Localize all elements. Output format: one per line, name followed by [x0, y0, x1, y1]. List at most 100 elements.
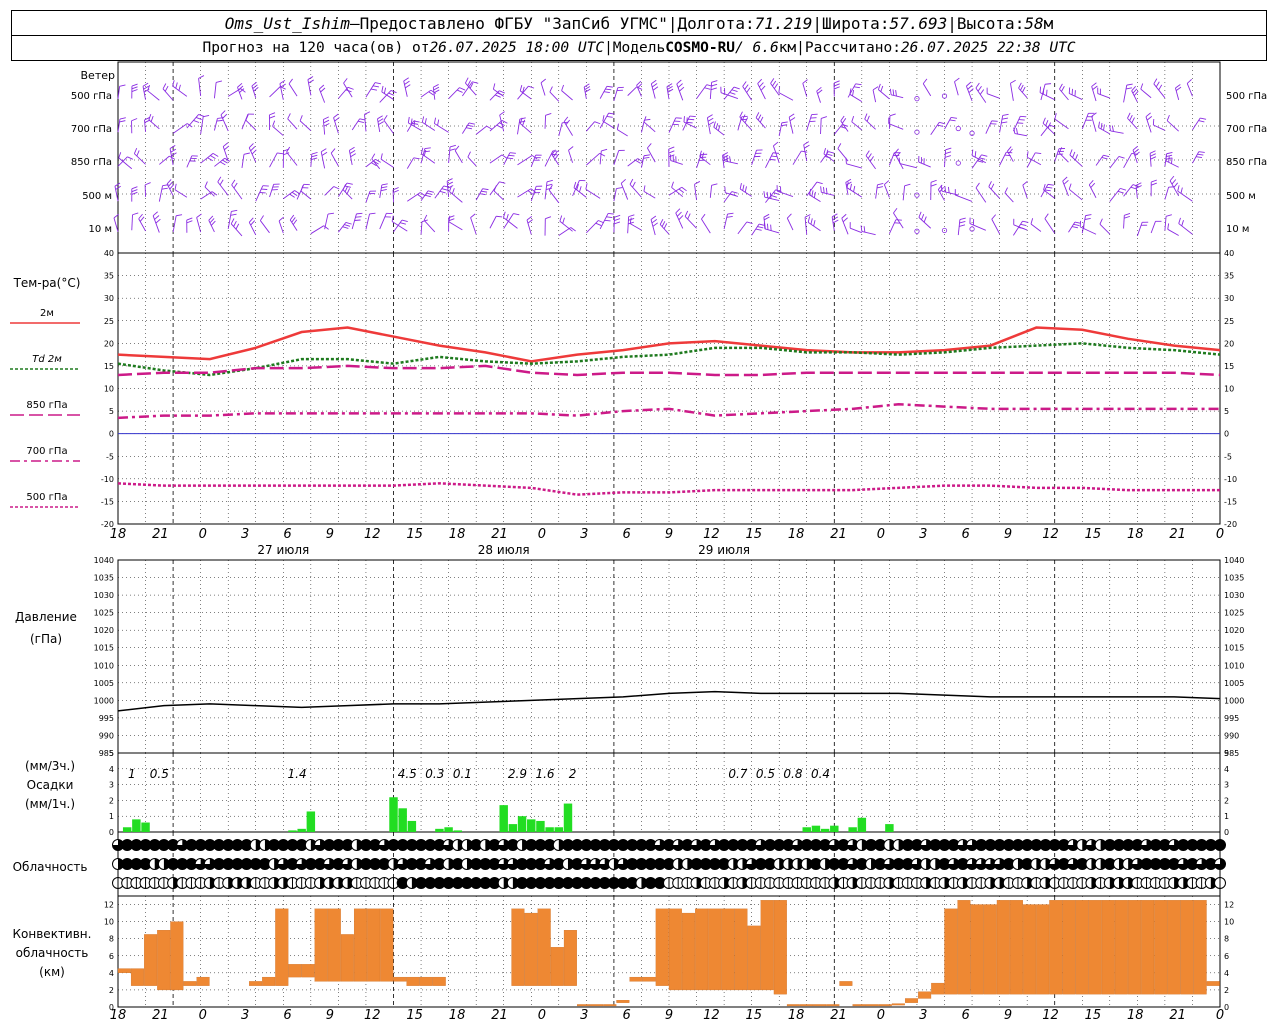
wind-barb	[351, 118, 361, 131]
wind-barb-feather	[269, 112, 276, 116]
wind-barb-feather	[687, 213, 691, 220]
wind-barb-feather	[584, 88, 591, 93]
wind-barb	[586, 220, 599, 234]
wind-barb	[278, 220, 284, 234]
convective-bar	[931, 982, 945, 995]
convective-bar	[419, 976, 433, 986]
wind-barb	[365, 213, 370, 230]
wind-barb-feather	[614, 221, 621, 225]
wind-barb-feather	[215, 80, 223, 83]
wind-barb-feather	[744, 117, 749, 123]
wind-barb	[864, 118, 876, 130]
convective-bar	[786, 1004, 800, 1007]
wind-barb	[1186, 83, 1193, 97]
precip-bar	[820, 828, 830, 832]
wind-barb	[383, 120, 394, 134]
wind-level-700hpa-right: 700 гПа	[1226, 124, 1267, 135]
xtick-temp: 21	[1169, 527, 1186, 542]
wind-barb-feather	[1074, 221, 1081, 224]
precip-bar	[811, 825, 821, 832]
wind-barb-feather	[470, 213, 476, 218]
xtick-temp: 18	[788, 527, 805, 542]
wind-barb-feather	[342, 184, 347, 190]
ytick-conv: 6	[109, 952, 114, 961]
wind-barb-feather	[127, 156, 134, 160]
wind-barb-feather	[308, 79, 314, 84]
wind-barb-feather	[374, 82, 382, 85]
precip-3h-label: 1.6	[535, 767, 554, 781]
wind-barb	[888, 152, 895, 166]
wind-barb-feather	[342, 226, 349, 229]
wind-barb-feather	[711, 80, 718, 83]
wind-barb-feather	[210, 220, 216, 226]
wind-barb	[245, 119, 257, 131]
convective-bar	[681, 912, 695, 991]
wind-barb-feather	[877, 183, 884, 186]
wind-barb-feather	[131, 189, 138, 193]
wind-barb-feather	[1149, 150, 1156, 154]
wind-barb-feather	[198, 75, 205, 79]
wind-barb-feather	[501, 154, 508, 159]
wind-barb	[517, 188, 532, 198]
date-label: 27 июля	[257, 543, 309, 557]
convective-bar	[157, 930, 171, 991]
wind-barb-feather	[832, 219, 839, 224]
ytick-prec: 3	[109, 781, 114, 790]
wind-barb-feather	[1002, 113, 1009, 116]
ytick-prec: 4	[109, 765, 114, 774]
wind-barb-feather	[1046, 186, 1053, 189]
wind-barb	[559, 220, 573, 232]
wind-barb	[220, 114, 229, 132]
wind-barb-feather	[559, 215, 563, 222]
date-label: 28 июля	[478, 543, 530, 557]
xtick-temp: 6	[283, 527, 291, 542]
wind-barb-feather	[1173, 182, 1179, 188]
precip-bar	[398, 808, 407, 832]
wind-barb-feather	[833, 86, 840, 90]
ytick-right-conv: 0	[1224, 1003, 1229, 1012]
xtick-temp: 15	[745, 527, 762, 542]
wind-barb	[1109, 156, 1120, 169]
wind-barb-feather	[1111, 125, 1114, 132]
wind-barb-feather	[605, 88, 612, 91]
ytick-temp: 15	[104, 362, 114, 371]
wind-barb-feather	[291, 217, 296, 223]
wind-barb-feather	[468, 122, 475, 125]
wind-barb	[517, 118, 521, 135]
wind-barb-feather	[118, 152, 122, 159]
wind-barb-feather	[1016, 128, 1018, 135]
wind-barb-feather	[248, 143, 254, 148]
xtick-temp: 12	[1042, 527, 1059, 542]
wind-barb-feather	[1035, 152, 1042, 155]
wind-barb-feather	[1140, 83, 1144, 90]
wind-barb	[893, 212, 904, 229]
wind-barb-feather	[1132, 145, 1138, 151]
wind-barb-feather	[872, 86, 879, 91]
wind-barb-feather	[119, 120, 126, 123]
wind-barb	[764, 228, 780, 234]
wind-barb	[988, 186, 1000, 199]
wind-barb	[1095, 154, 1104, 166]
ytick-right-temp: 35	[1224, 272, 1234, 281]
wind-barb-feather	[643, 157, 650, 159]
xtick-conv: 21	[830, 1008, 847, 1023]
wind-barb	[617, 129, 628, 137]
wind-barb	[1136, 222, 1143, 237]
ytick-right-conv: 2	[1224, 986, 1229, 995]
convective-bar	[655, 908, 669, 986]
wind-level-10m-right: 10 м	[1226, 224, 1249, 235]
wind-barb-feather	[781, 121, 788, 124]
wind-barb-feather	[1073, 223, 1080, 226]
wind-barb-feather	[863, 226, 866, 233]
wind-barb-feather	[421, 116, 425, 123]
wind-barb-feather	[990, 183, 995, 190]
wind-barb	[1123, 153, 1133, 169]
wind-barb-feather	[898, 157, 901, 164]
convective-bar	[1193, 900, 1207, 995]
wind-barb	[627, 158, 638, 167]
wind-barb-feather	[1186, 79, 1192, 84]
wind-barb-feather	[1045, 83, 1052, 85]
wind-barb	[454, 150, 463, 164]
wind-barb-feather	[884, 180, 890, 185]
wind-barb-feather	[945, 147, 952, 151]
